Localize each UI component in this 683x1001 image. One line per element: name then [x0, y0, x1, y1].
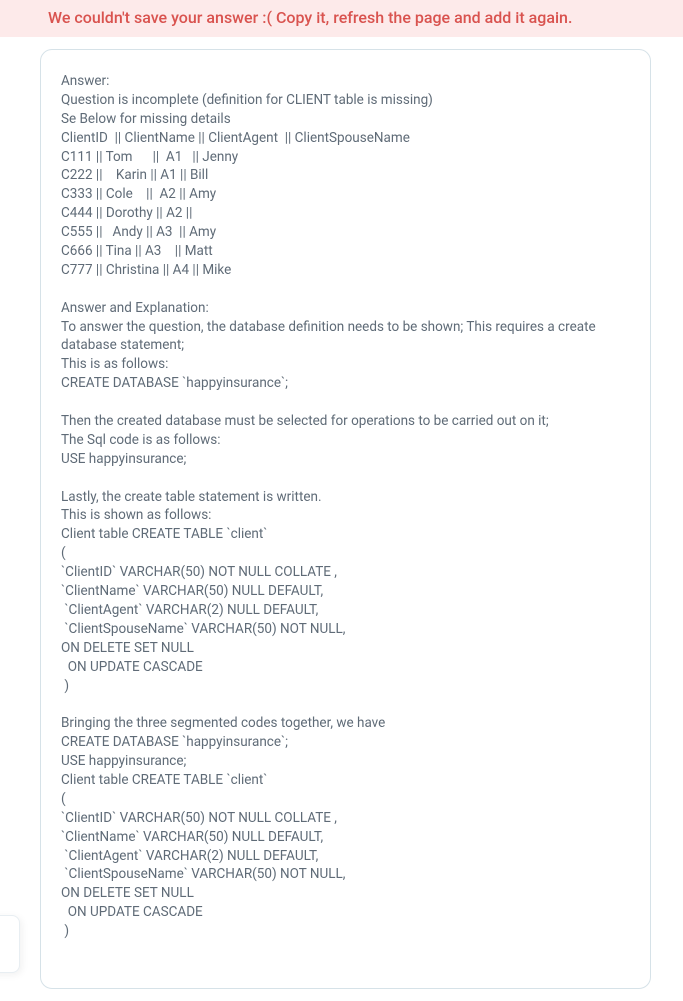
- answer-body: Answer: Question is incomplete (definiti…: [61, 72, 630, 941]
- answer-card: Answer: Question is incomplete (definiti…: [40, 49, 651, 989]
- error-message: We couldn't save your answer :( Copy it,…: [48, 8, 572, 27]
- error-banner: We couldn't save your answer :( Copy it,…: [0, 0, 683, 37]
- side-tab[interactable]: [0, 915, 20, 973]
